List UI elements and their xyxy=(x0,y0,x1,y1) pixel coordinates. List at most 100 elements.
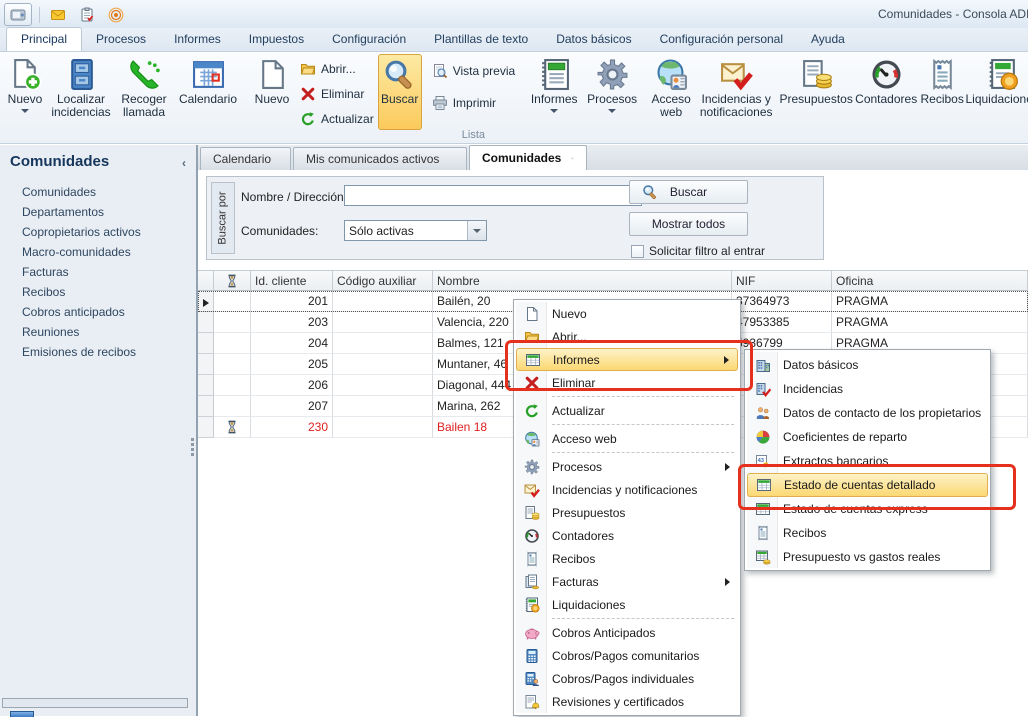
menu-tab-configuracion-personal[interactable]: Configuración personal xyxy=(646,28,797,51)
menu-item-label: Recibos xyxy=(552,552,595,566)
context-item-contadores[interactable]: Contadores xyxy=(516,524,738,547)
menu-tab-principal[interactable]: Principal xyxy=(6,27,82,51)
sidebar-item-macro-comunidades[interactable]: Macro-comunidades xyxy=(0,242,196,262)
communities-dropdown[interactable]: Sólo activas xyxy=(344,220,487,241)
sidebar-item-reuniones[interactable]: Reuniones xyxy=(0,322,196,342)
ribbon-recibos-button[interactable]: Recibos xyxy=(917,54,967,109)
context-item-cobros-pagos-individuales[interactable]: Cobros/Pagos individuales xyxy=(516,667,738,690)
document-icon xyxy=(524,306,540,322)
ribbon-nuevo-dropdown-button[interactable]: Nuevo xyxy=(2,54,48,116)
ribbon-incidencias-notificaciones-button[interactable]: Incidencias y notificaciones xyxy=(695,54,777,122)
chevron-down-icon[interactable] xyxy=(467,221,486,240)
mail-icon[interactable] xyxy=(47,6,69,24)
context-item-recibos[interactable]: Recibos xyxy=(516,547,738,570)
ribbon-calendario-button[interactable]: Calendario xyxy=(174,54,242,109)
app-logo-icon xyxy=(10,7,26,23)
submenu-item-presupuesto-vs-gastos[interactable]: Presupuesto vs gastos reales xyxy=(747,545,988,569)
sidebar-item-facturas[interactable]: Facturas xyxy=(0,262,196,282)
context-item-eliminar[interactable]: Eliminar xyxy=(516,371,738,394)
button-label: Liquidaciones xyxy=(965,93,1028,106)
sidebar-item-cobros-anticipados[interactable]: Cobros anticipados xyxy=(0,302,196,322)
context-item-presupuestos[interactable]: Presupuestos xyxy=(516,501,738,524)
ribbon-informes-dropdown-button[interactable]: Informes xyxy=(525,54,583,116)
sidebar-item-emisiones-de-recibos[interactable]: Emisiones de recibos xyxy=(0,342,196,362)
doc-tab-mis-comunicados-activos[interactable]: Mis comunicados activos xyxy=(293,147,467,170)
solicitar-filtro-checkbox[interactable] xyxy=(631,245,644,258)
ribbon-actualizar-button[interactable]: Actualizar xyxy=(300,110,374,128)
sidebar-item-copropietarios-activos[interactable]: Copropietarios activos xyxy=(0,222,196,242)
sidebar-item-comunidades[interactable]: Comunidades xyxy=(0,182,196,202)
menu-tab-datos-basicos[interactable]: Datos básicos xyxy=(542,28,645,51)
table-header-row: Id. cliente Código auxiliar Nombre NIF O… xyxy=(198,270,1028,291)
submenu-item-estado-cuentas-express[interactable]: Estado de cuentas express xyxy=(747,497,988,521)
submenu-item-extractos-bancarios[interactable]: 43 Extractos bancarios xyxy=(747,449,988,473)
column-header-nombre[interactable]: Nombre xyxy=(433,270,732,291)
column-header-oficina[interactable]: Oficina xyxy=(832,270,1028,291)
menu-tab-configuracion[interactable]: Configuración xyxy=(318,28,420,51)
context-item-incidencias-notificaciones[interactable]: Incidencias y notificaciones xyxy=(516,478,738,501)
submenu-item-datos-contacto-propietarios[interactable]: Datos de contacto de los propietarios xyxy=(747,401,988,425)
context-item-acceso-web[interactable]: Acceso web xyxy=(516,427,738,450)
ribbon-eliminar-button[interactable]: Eliminar xyxy=(300,85,374,103)
submenu-item-datos-basicos[interactable]: Datos básicos xyxy=(747,353,988,377)
buscar-button[interactable]: Buscar xyxy=(629,180,748,204)
broadcast-icon[interactable] xyxy=(105,6,127,24)
splitter-grip-icon[interactable] xyxy=(191,438,195,456)
context-item-nuevo[interactable]: Nuevo xyxy=(516,302,738,325)
submenu-item-recibos[interactable]: Recibos xyxy=(747,521,988,545)
doc-tab-calendario[interactable]: Calendario xyxy=(200,147,291,170)
cell-aux xyxy=(333,375,433,396)
ribbon-acceso-web-button[interactable]: Acceso web xyxy=(647,54,695,122)
ribbon-vista-previa-button[interactable]: Vista previa xyxy=(432,62,515,80)
table-coins-icon xyxy=(755,549,771,565)
close-icon[interactable] xyxy=(571,152,574,165)
context-item-revisiones-certificados[interactable]: Revisiones y certificados xyxy=(516,690,738,713)
context-item-actualizar[interactable]: Actualizar xyxy=(516,399,738,422)
hourglass-column-header[interactable] xyxy=(214,270,251,291)
column-header-nif[interactable]: NIF xyxy=(732,270,832,291)
context-item-facturas[interactable]: Facturas xyxy=(516,570,738,593)
ribbon-contadores-button[interactable]: Contadores xyxy=(855,54,917,109)
ribbon-localizar-incidencias-button[interactable]: Localizar incidencias xyxy=(48,54,114,122)
menu-tab-ayuda[interactable]: Ayuda xyxy=(797,28,859,51)
ribbon-imprimir-button[interactable]: Imprimir xyxy=(432,94,515,112)
sidebar-bottom-panel[interactable] xyxy=(2,698,188,708)
context-item-liquidaciones[interactable]: Liquidaciones xyxy=(516,593,738,616)
sidebar-item-departamentos[interactable]: Departamentos xyxy=(0,202,196,222)
tab-label: Calendario xyxy=(213,152,271,166)
pie-chart-icon xyxy=(755,429,771,445)
ribbon-recoger-llamada-button[interactable]: Recoger llamada xyxy=(114,54,174,122)
menu-tab-impuestos[interactable]: Impuestos xyxy=(235,28,318,51)
submenu-item-estado-cuentas-detallado[interactable]: Estado de cuentas detallado xyxy=(747,473,988,497)
tasks-icon[interactable] xyxy=(76,6,98,24)
context-item-cobros-pagos-comunitarios[interactable]: Cobros/Pagos comunitarios xyxy=(516,644,738,667)
submenu-item-coeficientes-reparto[interactable]: Coeficientes de reparto xyxy=(747,425,988,449)
ribbon-abrir-button[interactable]: Abrir... xyxy=(300,60,374,78)
menu-tab-plantillas[interactable]: Plantillas de texto xyxy=(420,28,542,51)
ribbon-buscar-button[interactable]: Buscar xyxy=(378,54,422,130)
context-item-procesos[interactable]: Procesos xyxy=(516,455,738,478)
column-header-codigo-auxiliar[interactable]: Código auxiliar xyxy=(333,270,433,291)
menu-item-label: Presupuestos xyxy=(552,506,625,520)
column-header-id-cliente[interactable]: Id. cliente xyxy=(251,270,333,291)
context-item-informes[interactable]: Informes xyxy=(516,348,738,371)
doc-tab-comunidades[interactable]: Comunidades xyxy=(469,145,587,170)
menu-tab-informes[interactable]: Informes xyxy=(160,28,235,51)
title-bar: Comunidades - Consola ADMINI xyxy=(0,0,1028,29)
context-item-abrir[interactable]: Abrir... xyxy=(516,325,738,348)
name-address-input[interactable] xyxy=(344,185,642,206)
submenu-item-incidencias[interactable]: Incidencias xyxy=(747,377,988,401)
mostrar-todos-button[interactable]: Mostrar todos xyxy=(629,212,748,236)
sidebar-collapse-button[interactable]: ‹ xyxy=(182,156,186,170)
context-item-cobros-anticipados[interactable]: Cobros Anticipados xyxy=(516,621,738,644)
menu-tab-procesos[interactable]: Procesos xyxy=(82,28,160,51)
menu-item-label: Contadores xyxy=(552,529,614,543)
menu-item-label: Cobros/Pagos comunitarios xyxy=(552,649,699,663)
sidebar-item-recibos[interactable]: Recibos xyxy=(0,282,196,302)
app-menu-button[interactable] xyxy=(4,3,32,26)
ribbon-presupuestos-button[interactable]: Presupuestos xyxy=(777,54,855,109)
ribbon-nuevo-button[interactable]: Nuevo xyxy=(248,54,296,109)
ribbon-liquidaciones-button[interactable]: Liquidaciones xyxy=(967,54,1028,109)
building-icon xyxy=(755,357,771,373)
ribbon-procesos-dropdown-button[interactable]: Procesos xyxy=(583,54,641,116)
